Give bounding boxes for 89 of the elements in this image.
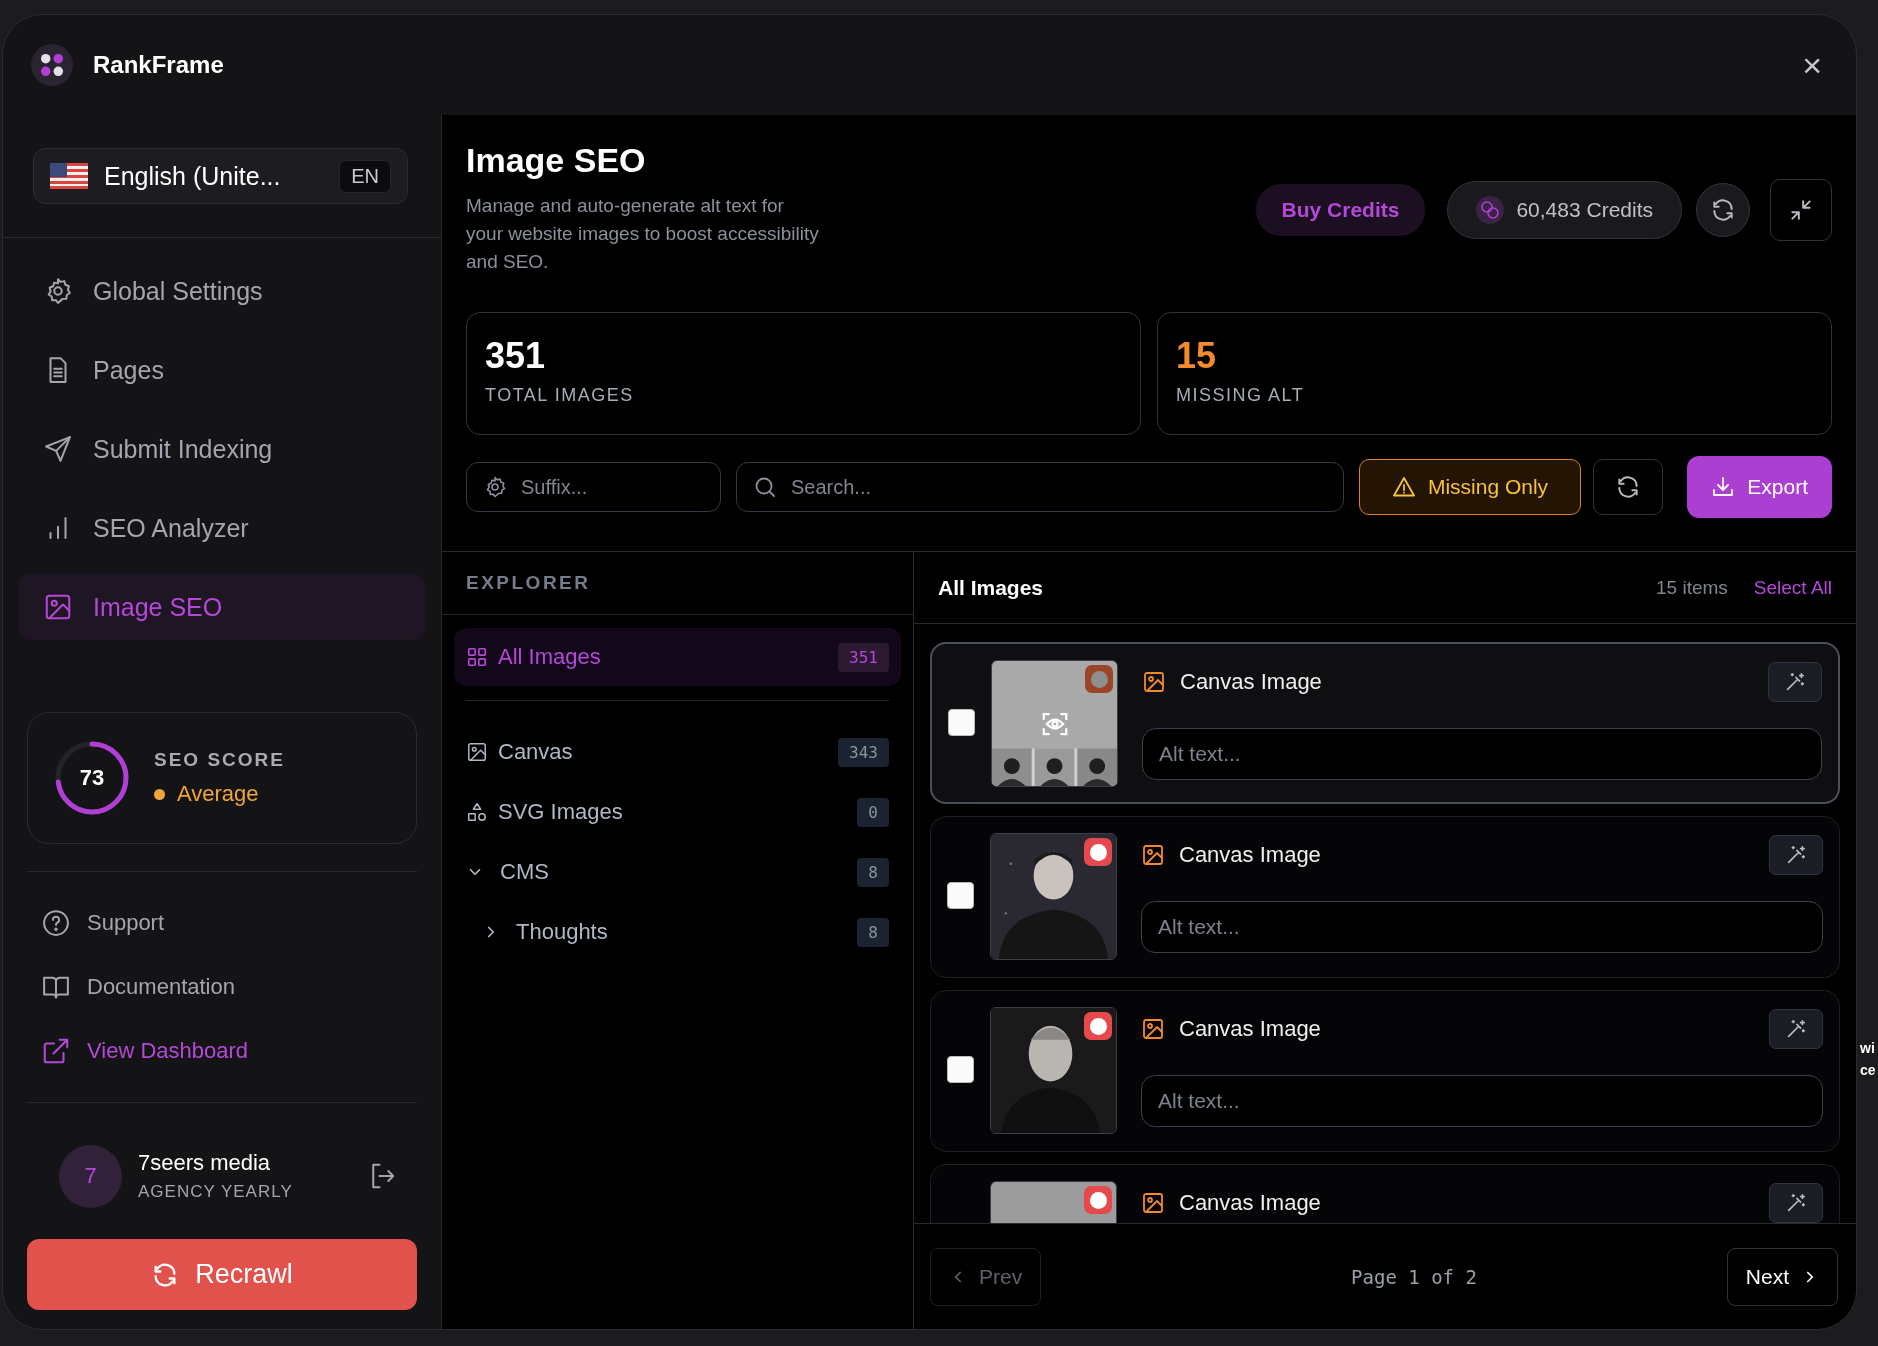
alt-text-field[interactable]: Alt text... xyxy=(1141,901,1823,953)
external-link-icon xyxy=(41,1036,71,1066)
refresh-icon xyxy=(1615,474,1641,500)
score-title: SEO SCORE xyxy=(154,749,285,771)
count-badge: 343 xyxy=(838,737,889,767)
count-badge: 0 xyxy=(857,797,889,827)
image-icon xyxy=(1141,1017,1165,1041)
user-plan: AGENCY YEARLY xyxy=(138,1182,294,1202)
app-name: RankFrame xyxy=(93,51,224,79)
magic-wand-icon xyxy=(1784,671,1806,693)
image-icon xyxy=(43,592,73,622)
grid-icon xyxy=(466,646,488,668)
collapse-icon xyxy=(1788,197,1814,223)
next-button[interactable]: Next xyxy=(1726,1247,1838,1306)
page-title: Image SEO xyxy=(466,141,647,180)
user-name: 7seers media xyxy=(138,1150,272,1176)
nav-item[interactable]: Submit Indexing xyxy=(19,416,425,482)
image-title: Canvas Image xyxy=(1179,1190,1322,1216)
page-description: Manage and auto-generate alt text for your website images to boost accessibility and SEO. xyxy=(466,194,820,274)
count-badge: 8 xyxy=(857,857,889,887)
checkbox[interactable] xyxy=(947,882,974,909)
score-value: 73 xyxy=(78,765,106,791)
image-icon xyxy=(466,741,488,763)
generate-button[interactable] xyxy=(1769,1009,1823,1049)
collapse-button[interactable] xyxy=(1770,179,1832,241)
background-text: wi xyxy=(1860,1040,1875,1056)
explorer-item[interactable]: SVG Images 0 xyxy=(454,783,901,841)
magic-wand-icon xyxy=(1785,1192,1807,1214)
export-button[interactable]: Export xyxy=(1687,456,1832,518)
list-title: All Images xyxy=(938,575,1044,600)
search-field[interactable]: Search... xyxy=(736,462,1344,512)
language-code: EN xyxy=(339,159,391,193)
language-selector[interactable]: English (Unite... EN xyxy=(33,148,408,204)
download-icon xyxy=(1711,475,1736,499)
checkbox[interactable] xyxy=(948,709,975,736)
sidebar-link[interactable]: Documentation xyxy=(41,965,417,1009)
flag-icon xyxy=(50,163,88,189)
generate-button[interactable] xyxy=(1768,662,1822,702)
background-text: ce xyxy=(1860,1062,1876,1078)
explorer-title: EXPLORER xyxy=(466,572,591,594)
nav-item[interactable]: Pages xyxy=(19,337,425,403)
image-icon xyxy=(1141,1191,1165,1215)
recrawl-button[interactable]: Recrawl xyxy=(27,1239,417,1310)
refresh-button[interactable] xyxy=(1696,183,1750,237)
image-title: Canvas Image xyxy=(1179,842,1322,868)
alt-text-field[interactable]: Alt text... xyxy=(1142,728,1822,780)
count-badge: 351 xyxy=(838,642,889,672)
magic-wand-icon xyxy=(1785,1018,1807,1040)
stat-label: MISSING ALT xyxy=(1176,385,1306,406)
stat-value: 15 xyxy=(1176,335,1218,377)
stat-label: TOTAL IMAGES xyxy=(485,385,635,406)
image-icon xyxy=(1141,843,1165,867)
avatar: 7 xyxy=(59,1144,122,1208)
nav-item[interactable]: SEO Analyzer xyxy=(19,495,425,561)
missing-only-toggle[interactable]: Missing Only xyxy=(1359,459,1581,515)
alt-text-field[interactable]: Alt text... xyxy=(1141,1075,1823,1127)
item-count: 15 items xyxy=(1656,576,1728,599)
image-title: Canvas Image xyxy=(1179,1016,1322,1042)
explorer-item[interactable]: All Images 351 xyxy=(454,628,901,686)
checkbox[interactable] xyxy=(947,1056,974,1083)
generate-button[interactable] xyxy=(1769,1183,1823,1223)
image-title: Canvas Image xyxy=(1180,669,1323,695)
logo-icon xyxy=(31,44,73,86)
explorer-item[interactable]: Thoughts 8 xyxy=(454,903,901,961)
generate-button[interactable] xyxy=(1769,835,1823,875)
select-all-link[interactable]: Select All xyxy=(1753,576,1832,599)
page-indicator: Page 1 of 2 xyxy=(1351,1265,1477,1288)
nav-item[interactable]: Global Settings xyxy=(19,258,425,324)
explorer-item[interactable]: CMS 8 xyxy=(454,843,901,901)
magic-wand-icon xyxy=(1785,844,1807,866)
explorer-item[interactable]: Canvas 343 xyxy=(454,723,901,781)
credits-balance: 60,483 Credits xyxy=(1516,198,1653,222)
close-button[interactable]: × xyxy=(1796,48,1828,82)
help-icon xyxy=(41,908,71,938)
reload-button[interactable] xyxy=(1593,459,1663,515)
stat-value: 351 xyxy=(485,335,547,377)
sidebar-link[interactable]: Support xyxy=(41,901,417,945)
suffix-field[interactable]: Suffix... xyxy=(466,462,721,512)
nav-item[interactable]: Image SEO xyxy=(19,574,425,640)
buy-credits-button[interactable]: Buy Credits xyxy=(1255,184,1426,236)
count-badge: 8 xyxy=(857,917,889,947)
send-icon xyxy=(43,434,73,464)
shapes-icon xyxy=(466,801,488,823)
sidebar-link[interactable]: View Dashboard xyxy=(41,1029,417,1073)
score-status: Average xyxy=(177,781,259,807)
coins-icon xyxy=(1476,196,1505,224)
image-icon xyxy=(1142,670,1166,694)
refresh-icon xyxy=(1710,197,1736,223)
warning-icon xyxy=(1391,475,1416,499)
